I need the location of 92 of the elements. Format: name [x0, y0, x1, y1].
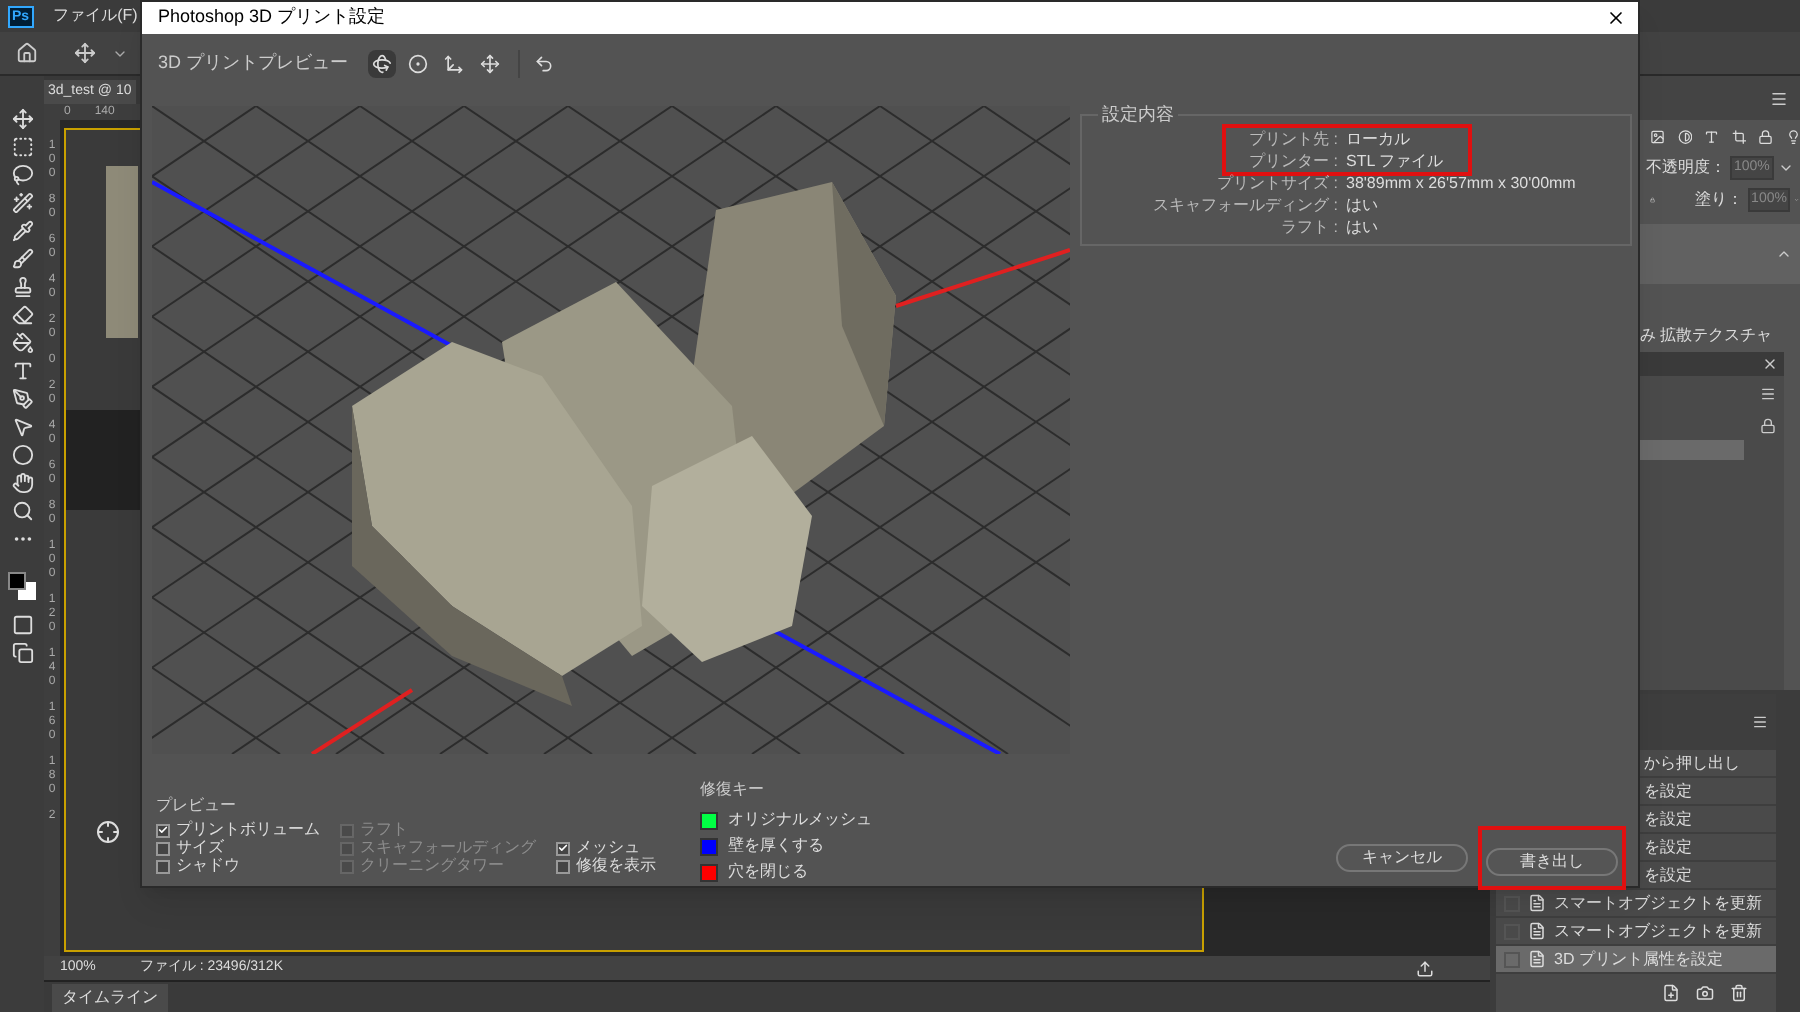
history-label: 3D プリント属性を設定	[1554, 947, 1723, 971]
eraser-icon[interactable]	[11, 304, 33, 326]
checkbox[interactable]	[556, 859, 570, 873]
history-label: を設定	[1644, 807, 1692, 831]
move-icon[interactable]	[11, 108, 33, 130]
close-icon[interactable]	[1762, 356, 1778, 372]
setting-value: はい	[1346, 215, 1378, 239]
checkbox-label: プリントボリューム	[176, 822, 320, 838]
history-label: スマートオブジェクトを更新	[1554, 891, 1762, 915]
checkbox[interactable]	[156, 859, 170, 873]
lock-icon[interactable]	[1760, 418, 1776, 434]
opacity-label: 不透明度：	[1646, 156, 1726, 180]
move-icon[interactable]	[74, 42, 96, 64]
menu-icon[interactable]	[1770, 89, 1788, 107]
setting-label: スキャフォールディング :	[1151, 193, 1338, 217]
repair-key-label: 壁を厚くする	[728, 834, 824, 858]
setting-label: プリント先 :	[1247, 127, 1338, 151]
wand-icon[interactable]	[11, 192, 33, 214]
menu-icon[interactable]	[1760, 386, 1776, 402]
pen-icon[interactable]	[11, 388, 33, 410]
timeline-tab[interactable]: タイムライン	[52, 983, 168, 1011]
text-tool-icon[interactable]	[11, 360, 33, 382]
zoom-icon[interactable]	[11, 500, 33, 522]
history-label: から押し出し	[1644, 751, 1740, 775]
color-swatch[interactable]	[8, 572, 36, 600]
orbit-icon[interactable]	[96, 820, 120, 844]
scroll-up-icon[interactable]	[1776, 246, 1792, 262]
dialog-button[interactable]: 書き出し	[1486, 848, 1618, 876]
fill-label: 塗り：	[1695, 188, 1744, 212]
reset-icon[interactable]	[534, 54, 555, 74]
half-circle-icon[interactable]	[1677, 127, 1692, 145]
trash-icon[interactable]	[1730, 984, 1748, 1002]
checkbox[interactable]	[156, 823, 170, 837]
checkbox-label: メッシュ	[576, 840, 640, 856]
history-item[interactable]: 3D プリント属性を設定	[1496, 946, 1776, 974]
home-icon[interactable]	[16, 42, 38, 64]
dialog-title: Photoshop 3D プリント設定	[158, 4, 386, 31]
setting-label: プリンター :	[1247, 149, 1338, 173]
history-label: を設定	[1644, 779, 1692, 803]
quick-mask-icon[interactable]	[11, 614, 33, 636]
hand-icon[interactable]	[11, 472, 33, 494]
text-icon[interactable]	[1704, 127, 1719, 145]
check-icon	[158, 824, 168, 836]
bulb-icon[interactable]	[1785, 127, 1800, 145]
repair-key-title: 修復キー	[700, 778, 766, 802]
upload-icon[interactable]	[1416, 959, 1434, 977]
eyedropper-icon[interactable]	[11, 220, 33, 242]
checkbox-label: 修復を表示	[576, 858, 656, 874]
setting-value: ローカル	[1346, 127, 1410, 151]
history-item[interactable]: スマートオブジェクトを更新	[1496, 890, 1776, 918]
lasso-icon[interactable]	[11, 164, 33, 186]
history-label: を設定	[1644, 863, 1692, 887]
menu-icon[interactable]	[1752, 714, 1768, 730]
document-icon	[1528, 894, 1546, 912]
camera-icon[interactable]	[1696, 984, 1714, 1002]
checkbox-label: サイズ	[176, 840, 224, 856]
toolbar-label: 3D プリントプレビュー	[158, 50, 349, 77]
screen-mode-icon[interactable]	[11, 642, 33, 664]
checkbox-label: シャドウ	[176, 858, 240, 874]
layer-name[interactable]: み 拡散テクスチャ	[1640, 324, 1773, 348]
pointer-icon[interactable]	[11, 416, 33, 438]
bucket-icon[interactable]	[11, 332, 33, 354]
repair-key-label: 穴を閉じる	[728, 860, 808, 884]
rotate-3d-icon[interactable]	[368, 50, 397, 78]
marquee-icon[interactable]	[11, 136, 33, 158]
checkbox[interactable]	[556, 841, 570, 855]
slide-icon[interactable]	[476, 50, 505, 78]
check-icon	[558, 842, 568, 854]
new-document-icon[interactable]	[1662, 984, 1680, 1002]
crop-icon[interactable]	[1731, 127, 1746, 145]
repair-key-label: オリジナルメッシュ	[728, 808, 872, 832]
setting-value: 38'89mm x 26'57mm x 30'00mm	[1346, 171, 1576, 195]
image-icon[interactable]	[1650, 127, 1665, 145]
menu-item[interactable]: ファイル(F)	[53, 4, 138, 28]
setting-value: はい	[1346, 193, 1378, 217]
history-label: を設定	[1644, 835, 1692, 859]
setting-label: ラフト :	[1279, 215, 1338, 239]
roll-icon[interactable]	[404, 50, 433, 78]
lock-icon[interactable]	[1758, 127, 1773, 145]
close-icon[interactable]	[1606, 8, 1626, 28]
ellipse-icon[interactable]	[11, 444, 33, 466]
dialog-button[interactable]: キャンセル	[1336, 844, 1468, 872]
checkbox[interactable]	[156, 841, 170, 855]
settings-legend: 設定内容	[1098, 104, 1178, 126]
preview-title: プレビュー	[156, 794, 238, 818]
document-icon	[1528, 950, 1546, 968]
document-icon	[1528, 922, 1546, 940]
history-label: スマートオブジェクトを更新	[1554, 919, 1762, 943]
brush-icon[interactable]	[11, 248, 33, 270]
setting-label: プリントサイズ :	[1215, 171, 1338, 195]
stamp-icon[interactable]	[11, 276, 33, 298]
setting-value: STL ファイル	[1346, 149, 1444, 173]
